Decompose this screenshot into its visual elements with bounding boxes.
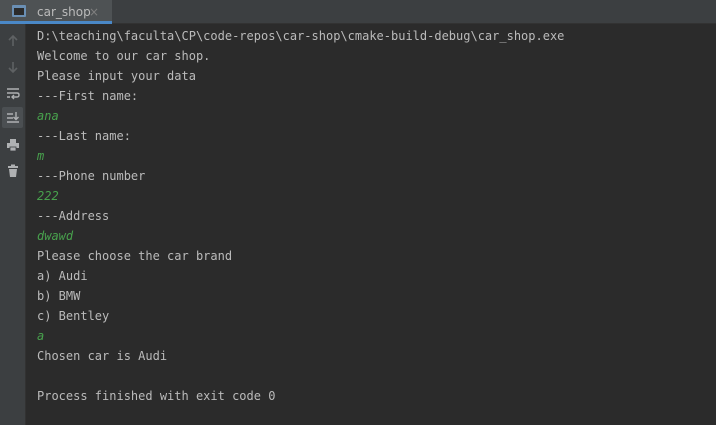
soft-wrap-icon[interactable]: [2, 82, 23, 103]
console-output-line: Welcome to our car shop.: [37, 49, 211, 63]
console-output-line: ---First name:: [37, 89, 139, 103]
console-output-line: ---Address: [37, 209, 110, 223]
trash-icon[interactable]: [2, 160, 23, 181]
console-output-line: a) Audi: [37, 269, 88, 283]
console-input-line: dwawd: [37, 229, 74, 243]
scroll-to-end-icon[interactable]: [2, 107, 23, 128]
run-console-window: car_shop × D:\teaching\faculta\CP\code-r…: [0, 0, 716, 425]
console-output-line: ---Phone number: [37, 169, 146, 183]
console-output-line: ---Last name:: [37, 129, 131, 143]
console-input-line: a: [37, 329, 45, 343]
console-output[interactable]: D:\teaching\faculta\CP\code-repos\car-sh…: [37, 26, 707, 406]
console-output-line: D:\teaching\faculta\CP\code-repos\car-sh…: [37, 29, 565, 43]
console-output-line: b) BMW: [37, 289, 81, 303]
console-output-line: Please input your data: [37, 69, 196, 83]
console-output-line: c) Bentley: [37, 309, 110, 323]
run-tab-car-shop[interactable]: car_shop ×: [0, 0, 112, 24]
console-input-line: ana: [37, 109, 59, 123]
tab-title: car_shop: [37, 5, 91, 19]
console-output-line: Process finished with exit code 0: [37, 389, 276, 403]
arrow-down-icon[interactable]: [2, 56, 23, 77]
print-icon[interactable]: [2, 134, 23, 155]
close-icon[interactable]: ×: [89, 4, 99, 20]
console-output-line: Chosen car is Audi: [37, 349, 168, 363]
console-toolbar: [0, 24, 26, 425]
run-tab-bar: car_shop ×: [0, 0, 716, 24]
console-icon: [12, 5, 26, 17]
console-input-line: m: [37, 149, 45, 163]
arrow-up-icon[interactable]: [2, 30, 23, 51]
console-output-line: Please choose the car brand: [37, 249, 233, 263]
console-input-line: 222: [37, 189, 59, 203]
